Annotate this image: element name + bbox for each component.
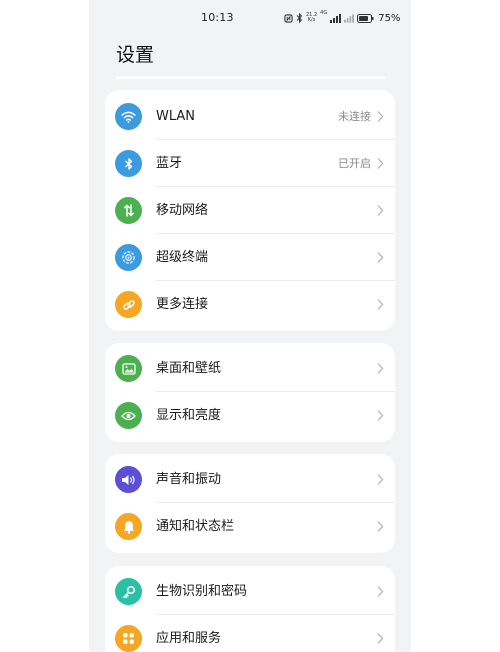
settings-item-display-brightness[interactable]: 显示和亮度 xyxy=(105,392,395,439)
chevron-right-icon xyxy=(377,111,384,122)
settings-item-bluetooth[interactable]: 蓝牙 已开启 xyxy=(105,140,395,187)
settings-group-sound: 声音和振动 通知和状态栏 xyxy=(105,454,395,553)
settings-screen: 10:13 21.2 K/s 4G 75% 设置 WLAN 未连接 蓝牙 已开启… xyxy=(89,0,411,652)
network-speed: 21.2 K/s xyxy=(306,12,318,23)
settings-item-more-connections[interactable]: 更多连接 xyxy=(105,281,395,328)
settings-item-value: 未连接 xyxy=(338,110,371,123)
battery-icon xyxy=(357,13,374,23)
bell-icon xyxy=(115,513,142,540)
eye-icon xyxy=(115,402,142,429)
settings-item-notifications[interactable]: 通知和状态栏 xyxy=(105,503,395,550)
search-bar[interactable] xyxy=(116,76,385,79)
settings-item-label: 移动网络 xyxy=(156,203,209,218)
settings-item-label: 更多连接 xyxy=(156,297,209,312)
settings-item-home-wallpaper[interactable]: 桌面和壁纸 xyxy=(105,345,395,392)
chevron-right-icon xyxy=(377,521,384,532)
chevron-right-icon xyxy=(377,474,384,485)
settings-item-label: 声音和振动 xyxy=(156,472,222,487)
chevron-right-icon xyxy=(377,299,384,310)
settings-item-sound-vibration[interactable]: 声音和振动 xyxy=(105,456,395,503)
chevron-right-icon xyxy=(377,205,384,216)
settings-item-label: 蓝牙 xyxy=(156,156,183,171)
status-icons: 21.2 K/s 4G 75% xyxy=(284,10,400,26)
bluetooth-icon xyxy=(115,150,142,177)
signal-icon xyxy=(330,13,342,23)
settings-item-label: 应用和服务 xyxy=(156,631,222,646)
chevron-right-icon xyxy=(377,410,384,421)
status-bluetooth-icon xyxy=(296,13,303,23)
settings-item-label: 超级终端 xyxy=(156,250,209,265)
settings-group-connectivity: WLAN 未连接 蓝牙 已开启 移动网络 超级终端 更多连接 xyxy=(105,90,395,331)
settings-item-super-device[interactable]: 超级终端 xyxy=(105,234,395,281)
settings-group-display: 桌面和壁纸 显示和亮度 xyxy=(105,343,395,442)
settings-item-label: WLAN xyxy=(156,109,196,124)
settings-item-label: 桌面和壁纸 xyxy=(156,361,222,376)
mobile-data-icon xyxy=(115,197,142,224)
settings-item-label: 通知和状态栏 xyxy=(156,519,235,534)
settings-group-security: 生物识别和密码 应用和服务 xyxy=(105,566,395,652)
settings-item-biometrics-password[interactable]: 生物识别和密码 xyxy=(105,568,395,615)
status-time: 10:13 xyxy=(201,11,234,24)
page-title: 设置 xyxy=(116,44,155,66)
settings-item-wlan[interactable]: WLAN 未连接 xyxy=(105,93,395,140)
speaker-icon xyxy=(115,466,142,493)
key-icon xyxy=(115,578,142,605)
chevron-right-icon xyxy=(377,633,384,644)
chevron-right-icon xyxy=(377,586,384,597)
settings-item-mobile-network[interactable]: 移动网络 xyxy=(105,187,395,234)
link-icon xyxy=(115,291,142,318)
apps-icon xyxy=(115,625,142,652)
settings-item-label: 生物识别和密码 xyxy=(156,584,248,599)
settings-item-label: 显示和亮度 xyxy=(156,408,222,423)
super-device-icon xyxy=(115,244,142,271)
wifi-icon xyxy=(115,103,142,130)
settings-item-value: 已开启 xyxy=(338,157,371,170)
settings-item-apps-services[interactable]: 应用和服务 xyxy=(105,615,395,652)
chevron-right-icon xyxy=(377,363,384,374)
nfc-icon xyxy=(284,13,293,23)
wallpaper-icon xyxy=(115,355,142,382)
signal-icon-2 xyxy=(344,13,355,23)
battery-percent: 75% xyxy=(378,12,401,24)
status-bar: 10:13 21.2 K/s 4G 75% xyxy=(89,0,411,36)
chevron-right-icon xyxy=(377,252,384,263)
signal-label: 4G xyxy=(320,10,328,16)
chevron-right-icon xyxy=(377,158,384,169)
